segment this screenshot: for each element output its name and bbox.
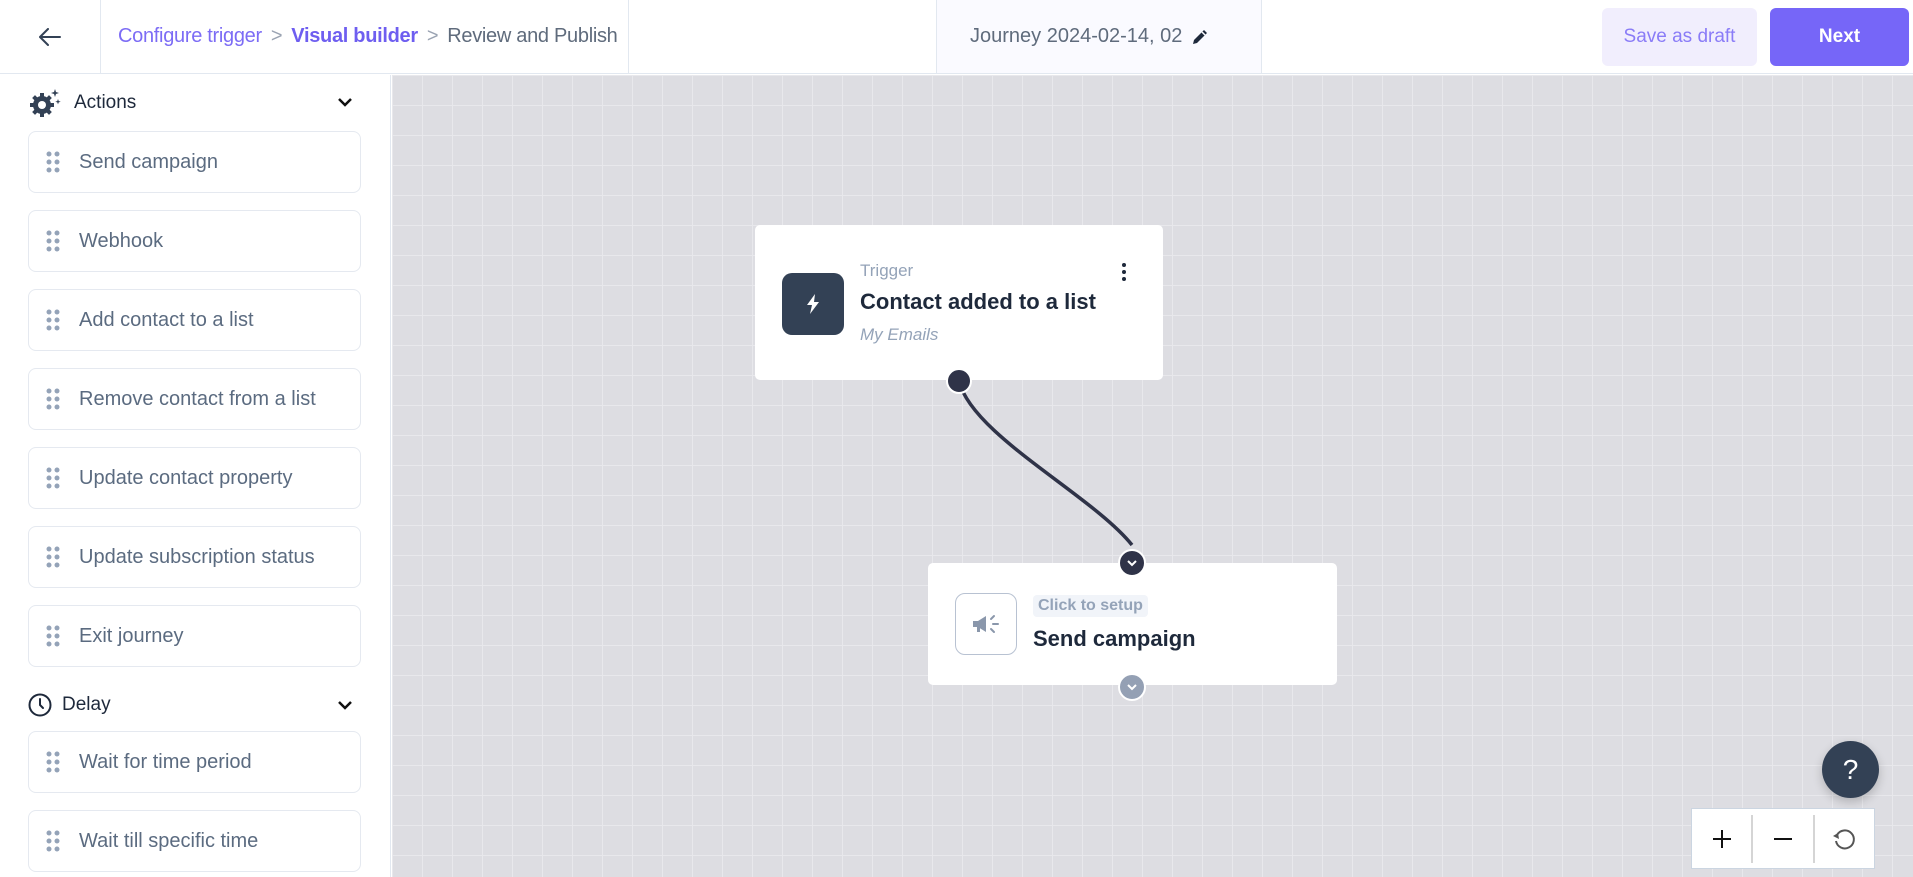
sidebar-item-wait-till-specific-time[interactable]: Wait till specific time — [28, 810, 361, 872]
breadcrumb-review-publish[interactable]: Review and Publish — [447, 25, 618, 48]
help-button[interactable]: ? — [1822, 741, 1879, 798]
section-delay-header[interactable]: Delay — [0, 679, 390, 731]
trigger-icon-box — [782, 273, 844, 335]
send-campaign-node[interactable]: Click to setup Send campaign — [928, 563, 1337, 685]
breadcrumb-separator: > — [270, 25, 283, 47]
action-input-handle[interactable] — [1118, 549, 1146, 577]
chevron-down-icon — [1127, 684, 1137, 691]
item-label: Wait for time period — [79, 750, 252, 773]
clock-icon — [28, 693, 52, 717]
save-draft-button[interactable]: Save as draft — [1602, 7, 1757, 66]
breadcrumb-visual-builder[interactable]: Visual builder — [291, 25, 418, 48]
zoom-in-button[interactable] — [1692, 809, 1751, 868]
sidebar-item-webhook[interactable]: Webhook — [28, 210, 361, 272]
sidebar-item-update-subscription-status[interactable]: Update subscription status — [28, 526, 361, 588]
sidebar-item-exit-journey[interactable]: Exit journey — [28, 605, 361, 667]
zoom-out-button[interactable] — [1753, 809, 1812, 868]
connector-edge — [957, 380, 1134, 547]
item-label: Update contact property — [79, 466, 293, 489]
chevron-down-icon[interactable] — [336, 93, 354, 111]
action-title: Send campaign — [1033, 626, 1196, 651]
chevron-down-icon — [1127, 560, 1137, 567]
megaphone-icon — [973, 615, 999, 633]
setup-badge: Click to setup — [1033, 595, 1148, 617]
item-label: Send campaign — [79, 150, 218, 173]
drag-handle-icon — [46, 230, 60, 252]
drag-handle-icon — [46, 830, 60, 852]
trigger-label: Trigger — [860, 261, 914, 280]
lightning-icon — [807, 294, 819, 314]
drag-handle-icon — [46, 546, 60, 568]
trigger-node[interactable]: Trigger Contact added to a list My Email… — [755, 225, 1163, 380]
zoom-controls — [1691, 808, 1875, 869]
item-label: Update subscription status — [79, 545, 315, 568]
action-output-handle[interactable] — [1118, 673, 1146, 701]
minus-icon — [1773, 837, 1792, 840]
next-button[interactable]: Next — [1770, 7, 1909, 66]
item-label: Exit journey — [79, 624, 184, 647]
sidebar-item-update-contact-property[interactable]: Update contact property — [28, 447, 361, 509]
actions-list: Send campaign Webhook Add contact to a l… — [0, 131, 390, 667]
journey-title-text: Journey 2024-02-14, 02 — [970, 25, 1183, 47]
section-title: Actions — [74, 92, 137, 113]
arrow-left-icon — [39, 27, 61, 46]
reset-view-button[interactable] — [1815, 809, 1874, 868]
breadcrumb-separator: > — [426, 25, 439, 47]
gear-sparkle-icon — [30, 89, 61, 117]
section-title: Delay — [62, 694, 111, 715]
drag-handle-icon — [46, 309, 60, 331]
sidebar-item-wait-for-time-period[interactable]: Wait for time period — [28, 731, 361, 793]
action-icon-box — [955, 593, 1017, 655]
delay-list: Wait for time period Wait till specific … — [0, 731, 390, 872]
breadcrumb-configure-trigger[interactable]: Configure trigger — [118, 25, 262, 48]
journey-canvas[interactable]: Trigger Contact added to a list My Email… — [392, 75, 1913, 877]
top-bar: Configure trigger > Visual builder > Rev… — [0, 0, 1913, 74]
plus-icon — [1712, 829, 1731, 848]
item-label: Wait till specific time — [79, 829, 259, 852]
journey-title[interactable]: Journey 2024-02-14, 02 — [936, 0, 1262, 73]
drag-handle-icon — [46, 388, 60, 410]
drag-handle-icon — [46, 751, 60, 773]
drag-handle-icon — [46, 151, 60, 173]
item-label: Add contact to a list — [79, 308, 254, 331]
sidebar-item-send-campaign[interactable]: Send campaign — [28, 131, 361, 193]
drag-handle-icon — [46, 467, 60, 489]
trigger-output-handle[interactable] — [946, 368, 972, 394]
back-button[interactable] — [0, 0, 101, 73]
trigger-subtitle: My Emails — [860, 325, 939, 344]
drag-handle-icon — [46, 625, 60, 647]
chevron-down-icon[interactable] — [336, 696, 354, 714]
section-actions-header[interactable]: Actions — [0, 75, 390, 131]
trigger-title: Contact added to a list — [860, 289, 1096, 314]
sidebar: Actions Send campaign Webhook Add contac… — [0, 75, 391, 877]
breadcrumb: Configure trigger > Visual builder > Rev… — [101, 0, 629, 73]
sidebar-item-add-contact-to-a-list[interactable]: Add contact to a list — [28, 289, 361, 351]
reset-icon — [1833, 828, 1856, 849]
sidebar-item-remove-contact-from-a-list[interactable]: Remove contact from a list — [28, 368, 361, 430]
item-label: Webhook — [79, 229, 164, 252]
pencil-icon[interactable] — [1190, 27, 1210, 47]
item-label: Remove contact from a list — [79, 387, 316, 410]
kebab-menu-icon[interactable] — [1121, 261, 1127, 283]
